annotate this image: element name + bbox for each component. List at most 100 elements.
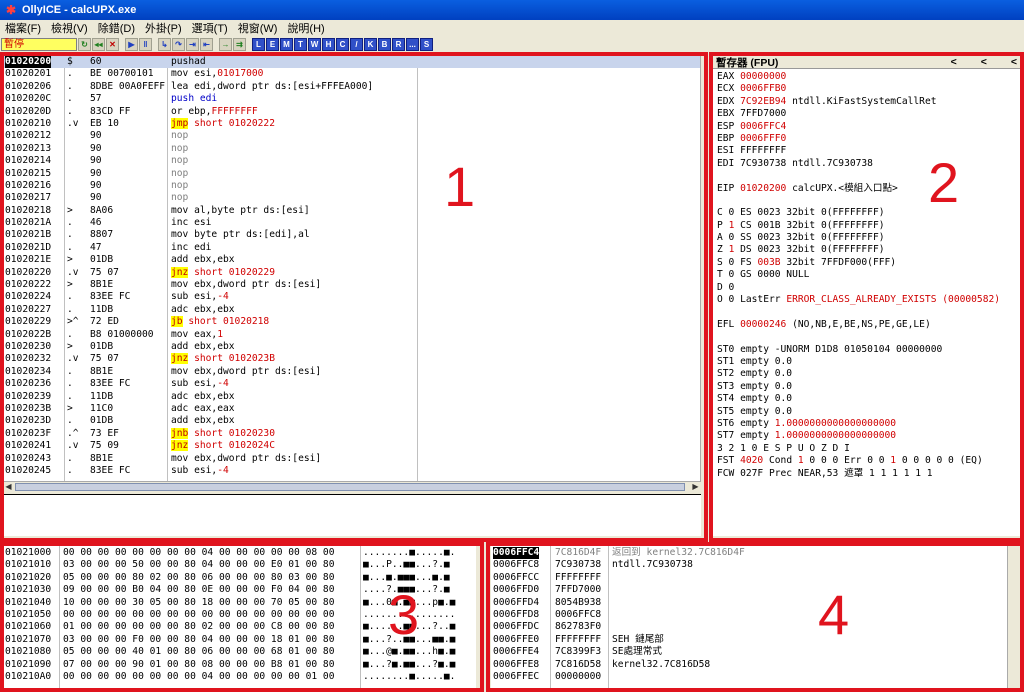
- toolbar-window-button-2[interactable]: M: [280, 37, 293, 51]
- register-line[interactable]: 3 2 1 0 E S P U O Z D I: [717, 443, 1021, 455]
- scroll-left-icon[interactable]: ◀: [3, 482, 14, 492]
- menu-item-0[interactable]: 檔案(F): [0, 20, 46, 36]
- stack-pane[interactable]: 0006FFC4 7C816D4F 返回到 kernel32.7C816D4F 000…: [491, 546, 1019, 688]
- stack-row[interactable]: 0006FFC8 7C930738 ntdll.7C930738: [491, 559, 1019, 571]
- toolbar-window-button-10[interactable]: R: [392, 37, 405, 51]
- register-line[interactable]: EIP 01020200 calcUPX.<模組入口點>: [717, 183, 1021, 195]
- toolbar-window-button-11[interactable]: ...: [406, 37, 419, 51]
- toolbar-window-button-7[interactable]: /: [350, 37, 363, 51]
- register-line[interactable]: ST6 empty 1.0000000000000000000: [717, 418, 1021, 430]
- toolbar-window-button-0[interactable]: L: [252, 37, 265, 51]
- toolbar-button-10[interactable]: ⇉: [233, 37, 246, 51]
- dump-row[interactable]: 01021090 07 00 00 00 90 01 00 80 08 00 00…: [3, 659, 476, 671]
- toolbar-window-button-9[interactable]: B: [378, 37, 391, 51]
- toolbar-button-3[interactable]: ▶: [125, 37, 138, 51]
- disasm-row[interactable]: 01020230 >01DB add ebx,ebx: [3, 341, 700, 353]
- register-line[interactable]: ECX 0006FFB0: [717, 83, 1021, 95]
- toolbar-window-button-3[interactable]: T: [294, 37, 307, 51]
- dump-row[interactable]: 01021030 09 00 00 00 B0 04 00 80 0E 00 00…: [3, 584, 476, 596]
- chevron-left-icon[interactable]: <: [951, 56, 957, 68]
- toolbar-button-2[interactable]: ✕: [106, 37, 119, 51]
- disasm-row[interactable]: 0102023D. 01DB add ebx,ebx: [3, 415, 700, 427]
- register-line[interactable]: S 0 FS 003B 32bit 7FFDF000(FFF): [717, 257, 1021, 269]
- disasm-row[interactable]: 0102023F .^ 73 EF jnb short 01020230: [3, 427, 700, 440]
- disasm-row[interactable]: 01020220 .v 75 07 jnz short 01020229: [3, 266, 700, 279]
- register-line[interactable]: C 0 ES 0023 32bit 0(FFFFFFFF): [717, 207, 1021, 219]
- register-line[interactable]: FCW 027F Prec NEAR,53 遮罩 1 1 1 1 1 1: [717, 468, 1021, 480]
- register-line[interactable]: FST 4020 Cond 1 0 0 0 Err 0 0 1 0 0 0 0 …: [717, 455, 1021, 467]
- stack-row[interactable]: 0006FFCC FFFFFFFF: [491, 572, 1019, 584]
- stack-row[interactable]: 0006FFDC 862783F0: [491, 621, 1019, 633]
- stack-row[interactable]: 0006FFD4 8054B938: [491, 597, 1019, 609]
- register-line[interactable]: D 0: [717, 282, 1021, 294]
- toolbar-button-0[interactable]: ↻: [78, 37, 91, 51]
- disasm-row[interactable]: 01020229 >^ 72 ED jb short 01020218: [3, 316, 700, 328]
- menu-item-2[interactable]: 除錯(D): [93, 20, 140, 36]
- stack-row[interactable]: 0006FFD0 7FFD7000: [491, 584, 1019, 596]
- disasm-row[interactable]: 0102021A. 46 inc esi: [3, 217, 700, 229]
- registers-pane[interactable]: 暫存器 (FPU) < < < EAX 00000000 ECX 0006FFB0 ED…: [713, 56, 1021, 536]
- dump-row[interactable]: 01021010 03 00 00 00 50 00 00 80 04 00 00…: [3, 559, 476, 571]
- dump-row[interactable]: 01021060 01 00 00 00 00 00 00 80 02 00 00…: [3, 621, 476, 633]
- toolbar-button-9[interactable]: →: [219, 37, 232, 51]
- stack-row[interactable]: 0006FFD8 0006FFC8: [491, 609, 1019, 621]
- dump-row[interactable]: 010210A0 00 00 00 00 00 00 00 00 04 00 00…: [3, 671, 476, 683]
- memory-dump-pane[interactable]: 01021000 00 00 00 00 00 00 00 00 04 00 00…: [3, 546, 476, 688]
- dump-row[interactable]: 01021020 05 00 00 00 80 02 00 80 06 00 00…: [3, 572, 476, 584]
- disasm-row[interactable]: 0102021B. 8807 mov byte ptr ds:[edi],al: [3, 229, 700, 241]
- toolbar-window-button-1[interactable]: E: [266, 37, 279, 51]
- disasm-row[interactable]: 0102023B >11C0 adc eax,eax: [3, 403, 700, 415]
- toolbar-button-1[interactable]: ◂◂: [92, 37, 105, 51]
- disasm-row[interactable]: 01020222 >8B1E mov ebx,dword ptr ds:[esi]: [3, 279, 700, 291]
- dump-row[interactable]: 01021070 03 00 00 00 F0 00 00 80 04 00 00…: [3, 634, 476, 646]
- toolbar-window-button-8[interactable]: K: [364, 37, 377, 51]
- menu-item-1[interactable]: 檢視(V): [46, 20, 93, 36]
- disasm-row[interactable]: 01020215 90 nop: [3, 168, 700, 180]
- register-line[interactable]: P 1 CS 001B 32bit 0(FFFFFFFF): [717, 220, 1021, 232]
- dump-row[interactable]: 01021040 10 00 00 00 30 05 00 80 18 00 00…: [3, 597, 476, 609]
- disasm-row[interactable]: 01020217 90 nop: [3, 192, 700, 204]
- register-line[interactable]: EDI 7C930738 ntdll.7C930738: [717, 158, 1021, 170]
- register-line[interactable]: EBX 7FFD7000: [717, 108, 1021, 120]
- register-line[interactable]: ST1 empty 0.0: [717, 356, 1021, 368]
- register-line[interactable]: ST0 empty -UNORM D1D8 01050104 00000000: [717, 344, 1021, 356]
- register-line[interactable]: ST7 empty 1.0000000000000000000: [717, 430, 1021, 442]
- register-line[interactable]: A 0 SS 0023 32bit 0(FFFFFFFF): [717, 232, 1021, 244]
- toolbar-window-button-6[interactable]: C: [336, 37, 349, 51]
- disasm-row[interactable]: 01020234. 8B1E mov ebx,dword ptr ds:[esi]: [3, 366, 700, 378]
- scroll-thumb[interactable]: [15, 483, 685, 491]
- register-line[interactable]: ST5 empty 0.0: [717, 406, 1021, 418]
- register-line[interactable]: T 0 GS 0000 NULL: [717, 269, 1021, 281]
- chevron-left-icon[interactable]: <: [981, 56, 987, 68]
- toolbar-window-button-5[interactable]: H: [322, 37, 335, 51]
- disasm-row[interactable]: 01020224. 83EE FC sub esi,-4: [3, 291, 700, 303]
- toolbar-button-7[interactable]: ⇥: [186, 37, 199, 51]
- stack-row[interactable]: 0006FFE8 7C816D58 kernel32.7C816D58: [491, 659, 1019, 671]
- register-line[interactable]: EFL 00000246 (NO,NB,E,BE,NS,PE,GE,LE): [717, 319, 1021, 331]
- toolbar-button-8[interactable]: ⇤: [200, 37, 213, 51]
- menu-item-4[interactable]: 選項(T): [187, 20, 233, 36]
- toolbar-button-4[interactable]: ‖: [139, 37, 152, 51]
- disasm-row[interactable]: 0102021E >01DB add ebx,ebx: [3, 254, 700, 266]
- disasm-row[interactable]: 01020206. 8DBE 00A0FEFF lea edi,dword ptr …: [3, 81, 700, 93]
- disasm-row[interactable]: 0102020C. 57 push edi: [3, 93, 700, 105]
- register-line[interactable]: EAX 00000000: [717, 71, 1021, 83]
- dump-row[interactable]: 01021000 00 00 00 00 00 00 00 00 04 00 00…: [3, 547, 476, 559]
- register-line[interactable]: ESI FFFFFFFF: [717, 145, 1021, 157]
- disasm-row[interactable]: 01020200 $60 pushad: [3, 56, 700, 69]
- register-line[interactable]: Z 1 DS 0023 32bit 0(FFFFFFFF): [717, 244, 1021, 256]
- register-line[interactable]: ST3 empty 0.0: [717, 381, 1021, 393]
- disasm-row[interactable]: 01020201. BE 00700101 mov esi,01017000: [3, 68, 700, 80]
- disasm-row[interactable]: 01020241 .v 75 09 jnz short 0102024C: [3, 440, 700, 452]
- register-line[interactable]: [717, 306, 1021, 318]
- menu-item-3[interactable]: 外掛(P): [140, 20, 187, 36]
- disasm-row[interactable]: 01020243. 8B1E mov ebx,dword ptr ds:[esi]: [3, 453, 700, 465]
- dump-row[interactable]: 01021050 00 00 00 00 00 00 00 00 00 00 00…: [3, 609, 476, 621]
- register-line[interactable]: ST2 empty 0.0: [717, 368, 1021, 380]
- disassembler-pane[interactable]: 01020200 $60 pushad 01020201. BE 00700101 mov…: [3, 56, 701, 492]
- register-line[interactable]: EBP 0006FFF0: [717, 133, 1021, 145]
- dump-row[interactable]: 01021080 05 00 00 00 40 01 00 80 06 00 00…: [3, 646, 476, 658]
- menu-item-6[interactable]: 說明(H): [282, 20, 329, 36]
- stack-row[interactable]: 0006FFE0 FFFFFFFF SEH 鏈尾部: [491, 634, 1019, 646]
- disasm-row[interactable]: 01020232 .v 75 07 jnz short 0102023B: [3, 353, 700, 365]
